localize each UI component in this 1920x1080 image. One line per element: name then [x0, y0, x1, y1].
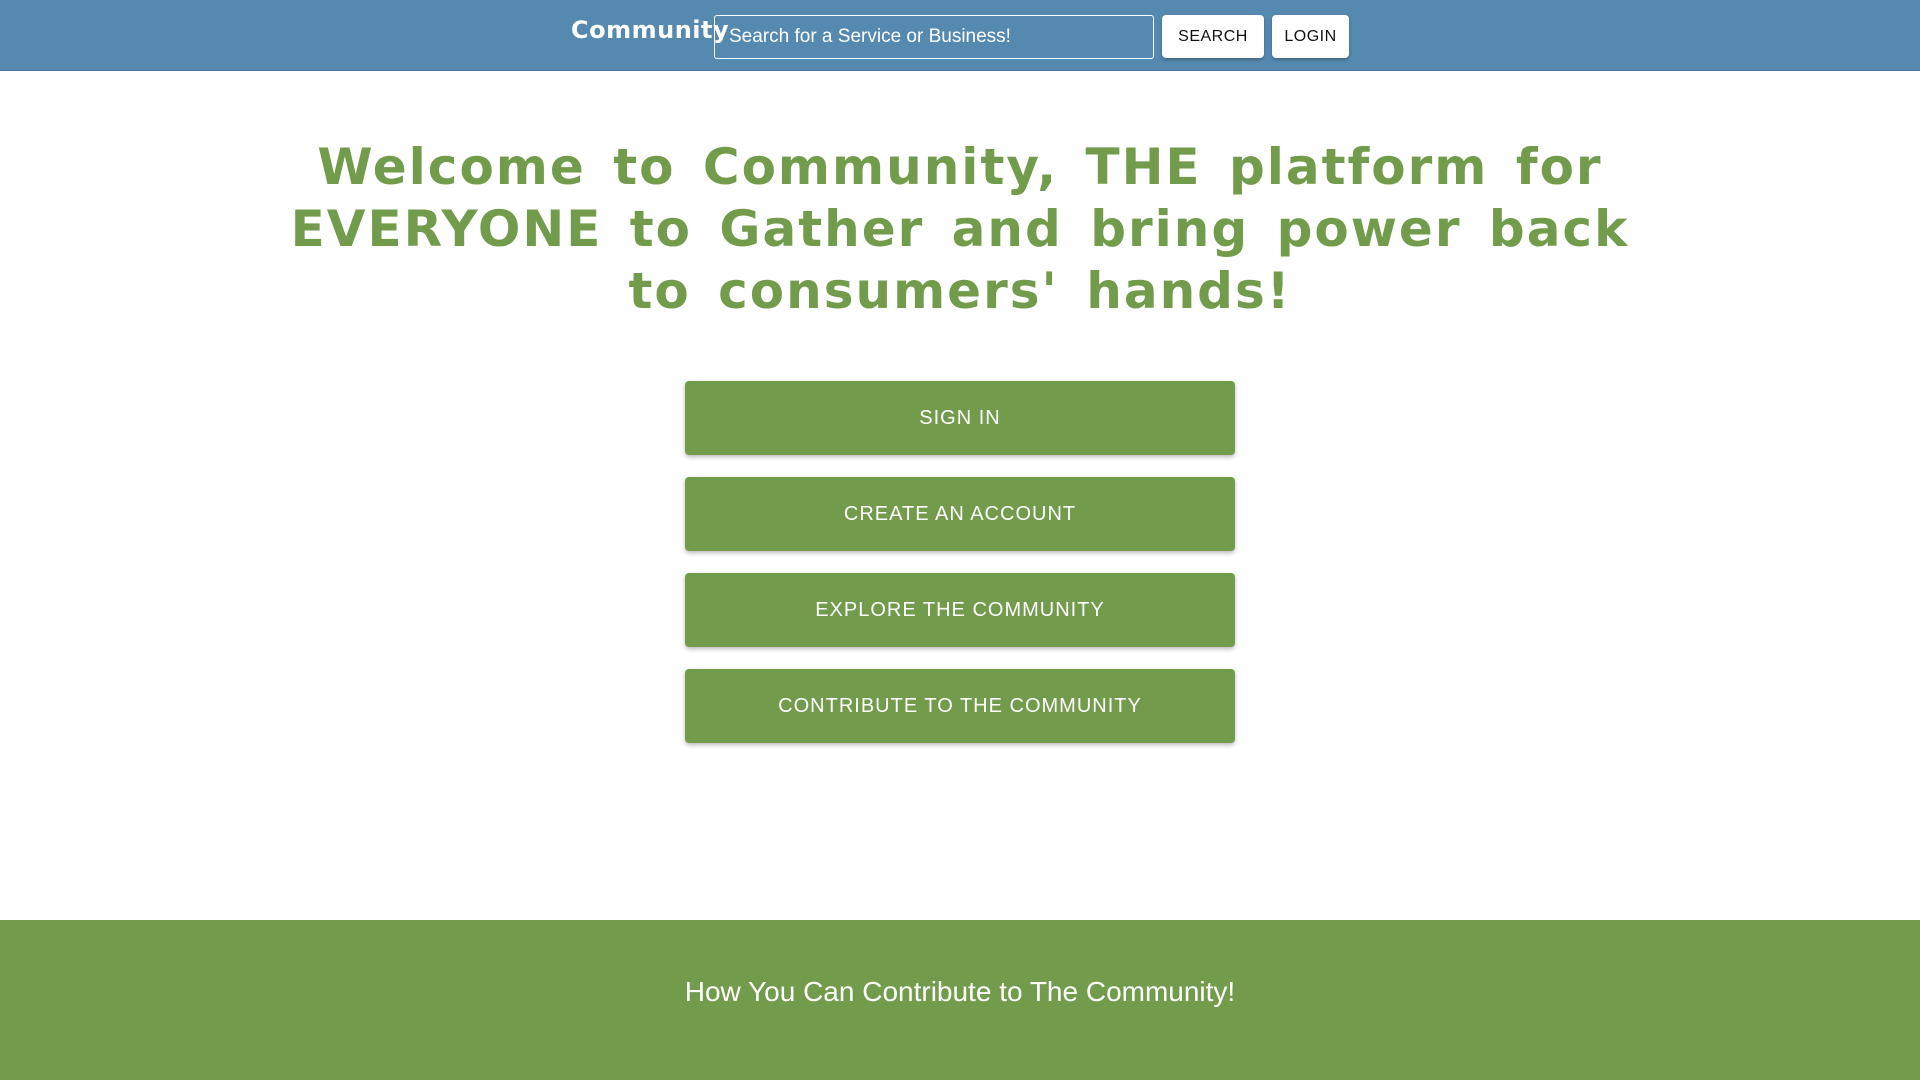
- search-input[interactable]: [714, 15, 1154, 59]
- search-button[interactable]: SEARCH: [1162, 15, 1264, 58]
- brand-logo[interactable]: Community: [571, 10, 729, 50]
- contribute-community-button[interactable]: CONTRIBUTE TO THE COMMUNITY: [685, 669, 1235, 743]
- footer-title: How You Can Contribute to The Community!: [684, 976, 1236, 1007]
- sign-in-button[interactable]: SIGN IN: [685, 381, 1235, 455]
- hero-headline: Welcome to Community, THE platform for E…: [290, 138, 1630, 320]
- login-button[interactable]: LOGIN: [1272, 15, 1349, 58]
- explore-community-button[interactable]: EXPLORE THE COMMUNITY: [685, 573, 1235, 647]
- action-buttons: SIGN IN CREATE AN ACCOUNT EXPLORE THE CO…: [685, 381, 1235, 765]
- footer-section: How You Can Contribute to The Community!: [0, 920, 1920, 1080]
- top-navbar: Community SEARCH LOGIN: [0, 0, 1920, 71]
- create-account-button[interactable]: CREATE AN ACCOUNT: [685, 477, 1235, 551]
